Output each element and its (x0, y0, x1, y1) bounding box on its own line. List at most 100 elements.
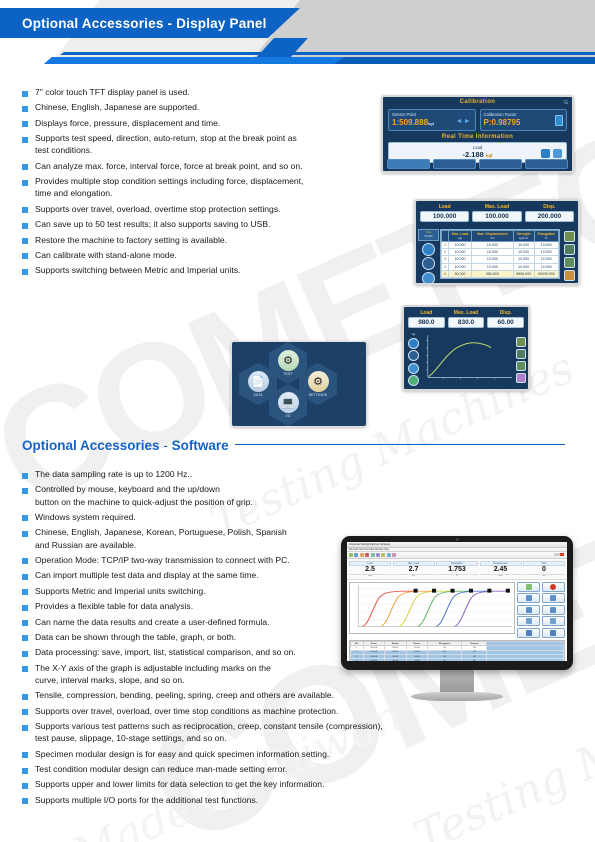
table-cell: 10.000 (533, 248, 560, 257)
side-button-3[interactable] (422, 271, 435, 283)
list-item: Can analyze max. force, interval force, … (22, 160, 374, 172)
scroll-up-button[interactable] (541, 593, 565, 604)
table-row[interactable]: 2 10.000 10.000 10.000 10.000 (441, 248, 560, 257)
row-index: 2 (441, 248, 449, 257)
software-readout-unit: kgf (392, 574, 435, 577)
table-cell: 10.000 (447, 255, 473, 264)
tab-test[interactable] (433, 159, 476, 169)
bullet-square-icon (22, 752, 28, 759)
grid-view-button[interactable] (517, 616, 541, 627)
table-action-buttons (562, 231, 576, 283)
software-table-cell: 4 (350, 658, 364, 661)
side-button-1[interactable] (422, 242, 435, 256)
scroll-down-button[interactable] (517, 604, 541, 615)
readout-value: 830.0 (447, 317, 485, 328)
tab-data[interactable] (479, 159, 522, 169)
new-test-button[interactable] (517, 581, 541, 592)
export-icon[interactable] (563, 244, 575, 255)
tab-home[interactable] (387, 159, 430, 169)
toolbar-icon-save[interactable] (359, 553, 364, 557)
column-header: Max. Displacement mm (471, 230, 514, 242)
window-controls[interactable] (554, 543, 566, 556)
tab-settings[interactable] (525, 159, 568, 169)
zoom-fit-icon (525, 595, 532, 602)
toolbar-icon-run[interactable] (370, 553, 375, 557)
list-item: Supports multiple I/O ports for the addi… (22, 794, 452, 806)
software-toolbar[interactable] (347, 552, 567, 559)
print-icon[interactable] (563, 231, 575, 242)
table-cell: 10.000 (471, 248, 514, 257)
side-button-2[interactable] (422, 257, 435, 270)
table-row[interactable]: 5 50.000 980.800 9898.000 90909.000 (441, 269, 560, 278)
row-index: 5 (441, 269, 449, 278)
graph-save-icon[interactable] (515, 373, 526, 383)
bullet-square-icon (22, 222, 28, 229)
chart-icon[interactable] (563, 270, 575, 281)
bullet-square-icon (22, 693, 28, 700)
list-item-text: Supports switching between Metric and Im… (35, 265, 241, 276)
list-item-text: Data can be shown through the table, gra… (35, 631, 237, 642)
stepper-arrows-icon[interactable]: ◄► (456, 118, 472, 125)
column-header (441, 230, 449, 242)
table-row[interactable]: 4 10.000 10.000 10.000 10.000 (441, 262, 560, 271)
toolbar-icon-open[interactable] (354, 553, 359, 557)
graph-side-nav: kgf (405, 333, 422, 386)
calibration-factor-field[interactable]: Calibration Factor P:0.98795 (479, 109, 567, 131)
bullet-square-icon (22, 268, 28, 275)
zoom-fit-button[interactable] (517, 593, 541, 604)
software-table-row[interactable]: 4 10.000 80.00 10.00 50 OK (350, 658, 564, 661)
monitor-stand-neck (440, 670, 474, 692)
graph-side-button-3[interactable] (408, 362, 419, 374)
table-row[interactable]: 1 10.000 10.000 10.000 10.000 (441, 240, 560, 250)
split-view-button[interactable] (517, 627, 541, 638)
section-title-banner: Optional Accessories - Display Panel (0, 8, 300, 38)
compare-view-button[interactable] (541, 627, 565, 638)
graph-export-icon[interactable] (515, 349, 526, 359)
expand-button[interactable] (541, 604, 565, 615)
toolbar-icon-chart[interactable] (375, 553, 380, 557)
record-button[interactable] (541, 581, 565, 592)
toolbar-icon-print[interactable] (386, 553, 391, 557)
graph-home-icon[interactable] (515, 361, 526, 371)
load-displacement-chart (424, 335, 512, 383)
hex-menu-screen-panel: 📄 DATA ⚙ TEST 💻 I/O ⚙ SETTINGS (231, 341, 367, 427)
keypad-icon[interactable] (555, 115, 563, 126)
list-item: Restore the machine to factory setting i… (22, 234, 374, 246)
list-item-text: Can calibrate with stand-alone mode. (35, 249, 177, 260)
graph-side-button-2[interactable] (408, 350, 419, 361)
table-row[interactable]: 3 10.000 10.000 10.000 10.000 (441, 255, 560, 264)
bullet-square-icon (22, 604, 28, 611)
monitor-icon: 💻 (277, 391, 299, 413)
calibration-screen-panel: Calibration G Sensor Point 1:509.888kgf … (381, 95, 574, 173)
software-button-pad (517, 581, 565, 638)
hex-label-data: DATA (253, 393, 263, 398)
toolbar-icon-stop[interactable] (365, 553, 370, 557)
software-main-area (347, 580, 567, 640)
compare-icon (550, 629, 557, 636)
toolbar-icon-export[interactable] (392, 553, 397, 557)
graph-print-icon[interactable] (515, 337, 526, 347)
sensor-point-field[interactable]: Sensor Point 1:509.888kgf ◄► (388, 109, 476, 131)
graph-side-button-4[interactable] (408, 375, 419, 386)
table-cell: 10.000 (512, 262, 535, 271)
list-item-text: Can import multiple test data and displa… (35, 570, 259, 581)
software-data-table[interactable]: No. Force Stroke Stress Elongation Remark 1 10.… (349, 639, 565, 661)
list-item-text: Data processing: save, import, list, sta… (35, 647, 296, 658)
list-item: Specimen modular design is for easy and … (22, 748, 452, 760)
list-item: Can save up to 50 test results; it also … (22, 218, 374, 230)
readout-label: Disp. (543, 204, 556, 210)
software-table-cell: 80.00 (383, 658, 407, 661)
toolbar-icon-table[interactable] (381, 553, 386, 557)
graph-side-button-1[interactable] (408, 337, 419, 349)
list-item: Test condition modular design can reduce… (22, 763, 452, 775)
home-icon[interactable] (563, 257, 575, 268)
list-item-text: Chinese, English, Japanese, Korean, Port… (35, 527, 287, 550)
save-view-button[interactable] (541, 616, 565, 627)
toolbar-icon-new[interactable] (349, 553, 353, 557)
software-readout-unit: mm (479, 574, 522, 577)
software-readout-row: Load 2.5 kgf Max. Load 2.7 kgf Elongation 1.753… (347, 559, 567, 580)
table-cell: 980.800 (471, 269, 514, 278)
bullet-square-icon (22, 121, 28, 128)
bullet-square-icon (22, 179, 28, 186)
software-section-header: Optional Accessories - Software (22, 437, 582, 455)
